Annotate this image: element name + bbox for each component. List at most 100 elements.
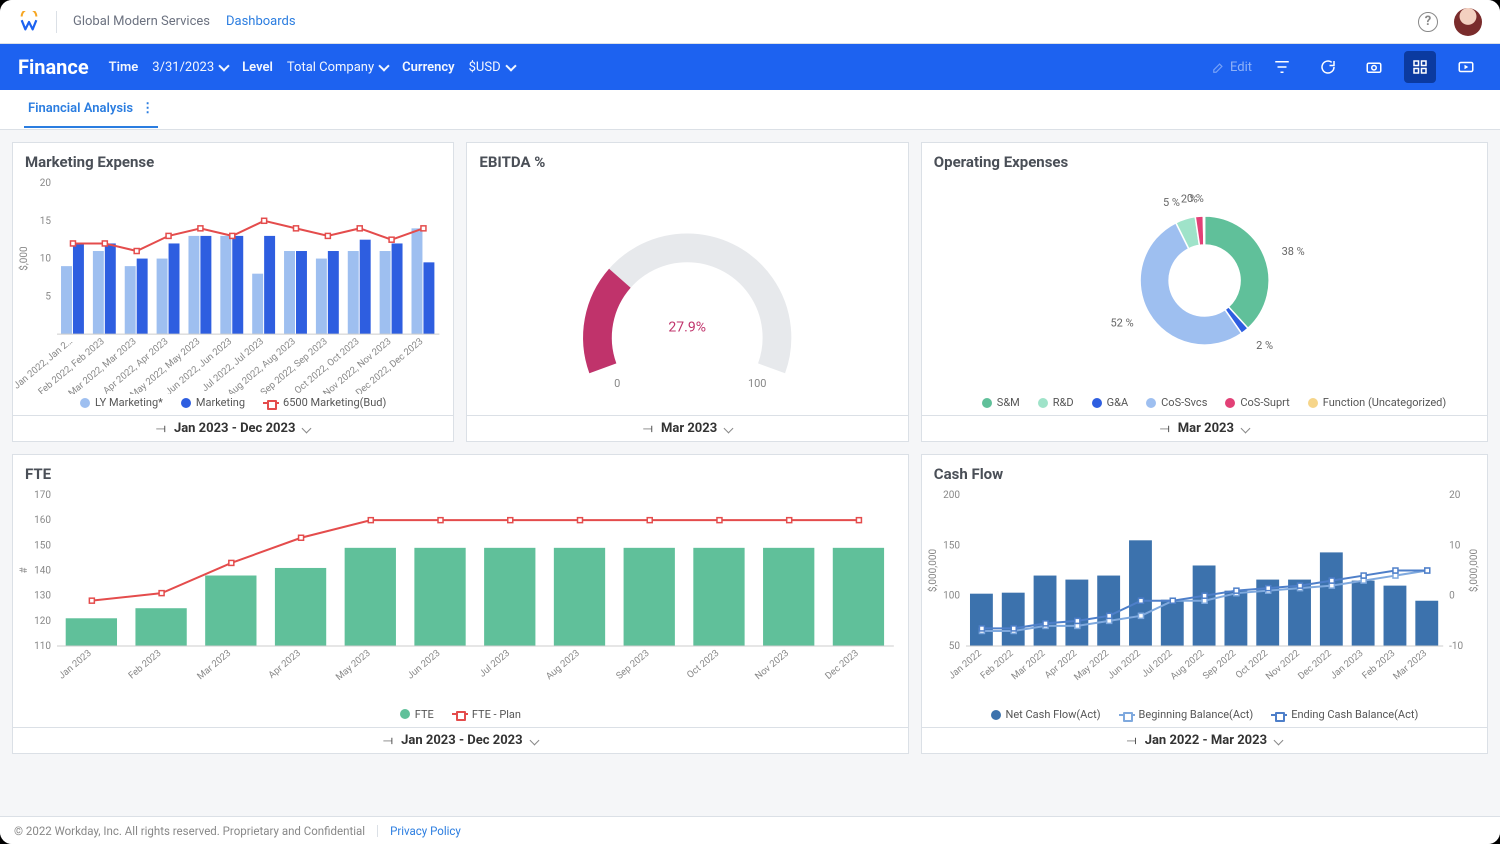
panel-title: FTE [13,455,908,487]
refresh-icon[interactable] [1312,51,1344,83]
svg-text:Jun 2022: Jun 2022 [1105,648,1142,682]
svg-text:Sep 2022: Sep 2022 [1201,648,1239,682]
svg-text:Jan 2022: Jan 2022 [946,648,983,682]
svg-text:Aug 2022: Aug 2022 [1168,648,1206,682]
svg-text:20: 20 [40,178,52,189]
svg-text:50: 50 [949,641,961,652]
chart-marketing-expense: 5101520$,000Jan 2022, Jan 2…Feb 2022, Fe… [13,175,453,394]
panel-footer[interactable]: ⟞Jan 2023 - Dec 2023 [13,415,453,441]
divider [377,825,378,837]
svg-text:Oct 2023: Oct 2023 [685,648,721,681]
dashboard-grid: Marketing Expense 5101520$,000Jan 2022, … [0,130,1500,816]
tab-bar: Financial Analysis [0,90,1500,130]
svg-text:Jun 2023: Jun 2023 [405,648,442,682]
svg-text:150: 150 [943,540,960,551]
legend-item: CoS-Suprt [1225,396,1289,409]
svg-text:27.9%: 27.9% [669,320,707,336]
svg-text:Jan 2023: Jan 2023 [1328,648,1365,682]
help-icon[interactable]: ? [1418,12,1438,32]
snapshot-icon[interactable] [1358,51,1390,83]
legend-marketing: LY Marketing*Marketing6500 Marketing(Bud… [13,394,453,415]
svg-text:38 %: 38 % [1281,245,1304,258]
svg-text:0: 0 [1449,591,1455,602]
svg-text:52 %: 52 % [1110,317,1133,330]
svg-text:20: 20 [1449,490,1461,501]
svg-text:120: 120 [34,616,51,627]
svg-text:130: 130 [34,591,51,602]
panel-marketing-expense: Marketing Expense 5101520$,000Jan 2022, … [12,142,454,442]
svg-text:Dec 2022: Dec 2022 [1296,648,1334,682]
panel-operating-expenses: Operating Expenses 38 %2 %52 %5 %2 %0 % … [921,142,1488,442]
chart-ebitda: 27.9%0100 [467,175,907,415]
legend-opex: S&MR&DG&ACoS-SvcsCoS-SuprtFunction (Unca… [922,394,1487,415]
legend-item: FTE [400,708,434,721]
present-icon[interactable] [1450,51,1482,83]
tab-financial-analysis[interactable]: Financial Analysis [24,91,158,128]
legend-item: Ending Cash Balance(Act) [1271,708,1418,721]
panel-title: Cash Flow [922,455,1487,487]
tab-menu-icon[interactable] [141,101,154,116]
svg-text:140: 140 [34,565,51,576]
chart-cash-flow: 50100150200-1001020$,000,000$,000,000Jan… [922,487,1487,706]
svg-text:Mar 2023: Mar 2023 [195,648,233,682]
svg-text:$,000: $,000 [17,246,30,271]
svg-text:Nov 2023: Nov 2023 [753,648,791,682]
svg-text:0: 0 [614,377,620,390]
svg-text:Nov 2022: Nov 2022 [1264,648,1302,682]
svg-text:Feb 2022: Feb 2022 [978,648,1015,682]
chart-fte: 110120130140150160170#Jan 2023Feb 2023Ma… [13,487,908,706]
svg-text:5 %: 5 % [1163,196,1180,209]
filter-bar: Finance Time 3/31/2023 Level Total Compa… [0,44,1500,90]
panel-cash-flow: Cash Flow 50100150200-1001020$,000,000$,… [921,454,1488,754]
panel-ebitda: EBITDA % 27.9%0100 ⟞Mar 2023 [466,142,908,442]
user-avatar[interactable] [1454,8,1482,36]
panel-footer[interactable]: ⟞Mar 2023 [922,415,1487,441]
filter-currency-label: Currency [402,60,454,75]
svg-text:10: 10 [1449,540,1461,551]
edit-button[interactable]: Edit [1212,60,1252,75]
chart-operating-expenses: 38 %2 %52 %5 %2 %0 % [922,175,1487,394]
legend-item: LY Marketing* [80,396,163,409]
page-footer: © 2022 Workday, Inc. All rights reserved… [0,816,1500,844]
chevron-down-icon [1274,736,1284,746]
panel-footer[interactable]: ⟞Mar 2023 [467,415,907,441]
svg-text:150: 150 [34,540,51,551]
legend-item: Function (Uncategorized) [1308,396,1446,409]
dashboards-link[interactable]: Dashboards [226,14,296,29]
chevron-down-icon [724,424,734,434]
svg-text:Dec 2023: Dec 2023 [823,648,861,682]
legend-item: FTE - Plan [452,708,521,721]
legend-item: Net Cash Flow(Act) [991,708,1101,721]
legend-item: 6500 Marketing(Bud) [263,396,386,409]
svg-text:100: 100 [943,591,960,602]
svg-text:Feb 2023: Feb 2023 [126,648,163,682]
svg-text:0 %: 0 % [1187,192,1204,205]
svg-text:$,000,000: $,000,000 [1467,549,1480,593]
filter-currency-select[interactable]: $USD [469,60,515,75]
copyright-text: © 2022 Workday, Inc. All rights reserved… [14,824,365,838]
filter-level-select[interactable]: Total Company [287,60,388,75]
svg-text:15: 15 [40,216,52,227]
svg-text:#: # [19,567,30,574]
svg-text:Jan 2023: Jan 2023 [57,648,94,682]
legend-item: R&D [1038,396,1074,409]
privacy-link[interactable]: Privacy Policy [390,824,461,838]
svg-text:$,000,000: $,000,000 [926,549,939,593]
chevron-down-icon [505,60,516,71]
grid-view-icon[interactable] [1404,51,1436,83]
legend-item: S&M [982,396,1020,409]
chevron-down-icon [218,60,229,71]
legend-item: G&A [1092,396,1129,409]
svg-text:200: 200 [943,490,960,501]
chevron-down-icon [529,736,539,746]
org-name: Global Modern Services [73,14,210,29]
svg-text:Mar 2022: Mar 2022 [1009,648,1047,682]
panel-footer[interactable]: ⟞Jan 2023 - Dec 2023 [13,727,908,753]
filter-level-label: Level [242,60,273,75]
filter-icon[interactable] [1266,51,1298,83]
page-title: Finance [18,55,89,79]
filter-time-select[interactable]: 3/31/2023 [152,60,228,75]
svg-text:2 %: 2 % [1256,339,1273,352]
legend-item: Beginning Balance(Act) [1119,708,1254,721]
panel-footer[interactable]: ⟞Jan 2022 - Mar 2023 [922,727,1487,753]
